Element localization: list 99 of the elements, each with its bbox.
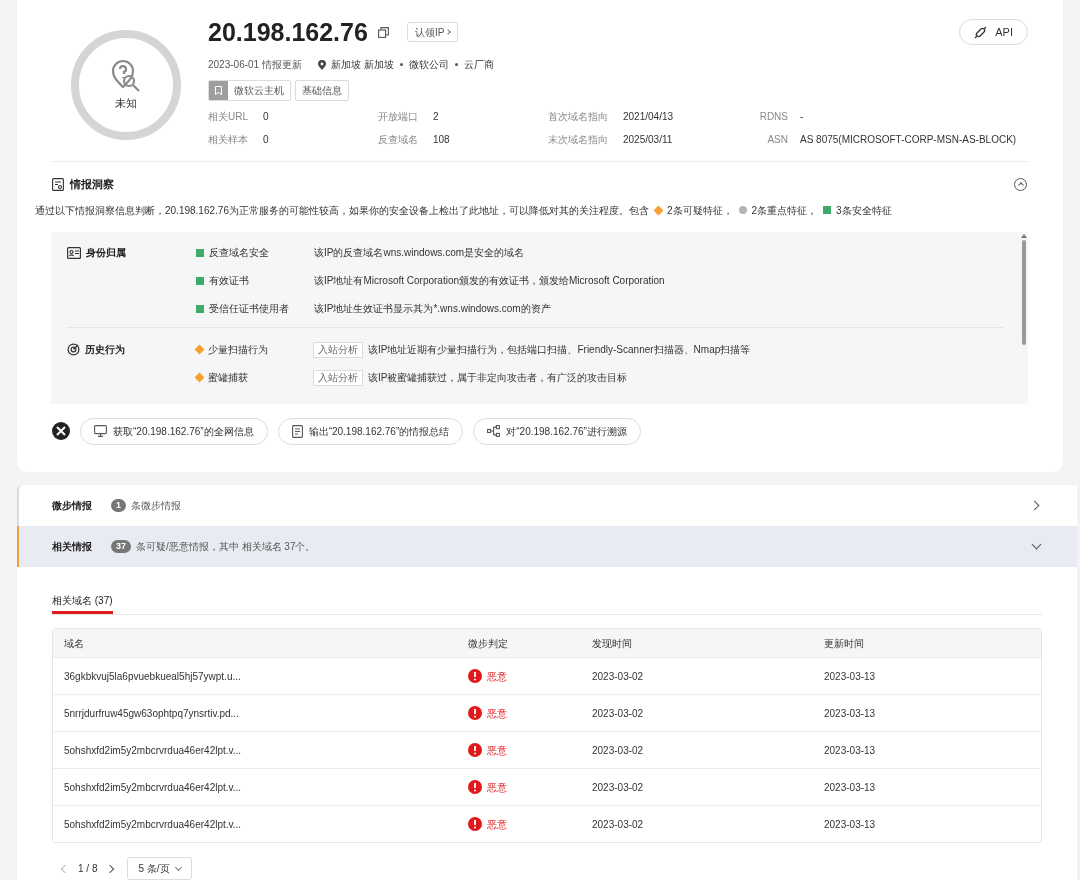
intel-section-header[interactable]: 微步情报 1 条微步情报: [17, 485, 1077, 526]
table-cell-text: 5ohshxfd2im5y2mbcrvrdua46er42lpt.v...: [64, 743, 243, 758]
stat-label: RDNS: [758, 110, 788, 124]
tag-chip: 微软云主机: [208, 80, 291, 101]
verdict-text: 恶意: [487, 780, 507, 795]
feature-detail: 该IP地址生效证书显示其为*.wns.windows.com的资产: [314, 302, 551, 316]
stat-label: 相关样本: [208, 133, 249, 147]
feature-name: 蜜罐捕获: [208, 371, 249, 385]
verdict-text: 恶意: [487, 817, 507, 832]
table-cell-text: 2023-03-02: [592, 669, 645, 684]
page-size-select[interactable]: 5 条/页: [127, 857, 192, 880]
feature-name: 有效证书: [209, 274, 250, 288]
link-icon: [974, 25, 988, 39]
intel-section-header[interactable]: 相关情报 37 条可疑/恶意情报，其中 相关域名 37个。: [17, 526, 1077, 567]
table-cell-text: 2023-03-02: [592, 706, 645, 721]
column-header: 更新时间: [824, 636, 865, 651]
location-pin-icon: [317, 59, 326, 70]
table-cell-text: 2023-03-13: [824, 669, 877, 684]
group-title: 历史行为: [85, 343, 125, 357]
table-cell-text: 5nrrjdurfruw45gw63ophtpq7ynsrtiv.pd...: [64, 706, 240, 721]
column-header: 微步判定: [468, 636, 509, 651]
verdict-text: 恶意: [487, 706, 507, 721]
section-summary: 条微步情报: [131, 499, 181, 513]
analysis-tag: 入站分析: [313, 341, 363, 358]
feature-count: 3条安全特征: [836, 203, 892, 218]
table-cell-text: 5ohshxfd2im5y2mbcrvrdua46er42lpt.v...: [64, 817, 243, 832]
column-header: 发现时间: [592, 636, 633, 651]
location-tag: 微软公司: [408, 57, 449, 72]
feature-detail: 该IP被蜜罐捕获过，属于非定向攻击者，有广泛的攻击目标: [368, 371, 628, 385]
column-header: 域名: [64, 636, 85, 651]
table-cell-text: 36gkbkvuj5la6pvuebkueal5hj57ywpt.u...: [64, 669, 242, 684]
table-cell-text: 5ohshxfd2im5y2mbcrvrdua46er42lpt.v...: [64, 780, 243, 795]
tag-chip: 基础信息: [295, 80, 349, 101]
stat-value: 0: [263, 133, 269, 147]
location-text: 新加坡 新加坡: [330, 58, 394, 72]
scroll-up-arrow-icon[interactable]: [1021, 233, 1027, 238]
branch-icon: [487, 425, 501, 437]
stat-value: -: [800, 110, 804, 124]
count-badge: 37: [111, 540, 131, 553]
feature-name: 少量扫描行为: [208, 343, 269, 357]
section-label: 相关情报: [52, 540, 93, 554]
table-cell-text: 2023-03-13: [824, 780, 877, 795]
stat-value: 2025/03/11: [623, 133, 673, 147]
table-cell-text: 2023-03-02: [592, 743, 645, 758]
verdict-label: 未知: [115, 95, 137, 111]
target-icon: [67, 343, 80, 356]
section-title: 情报洞察: [70, 177, 114, 192]
stat-label: 末次域名指向: [548, 133, 609, 147]
table-cell-text: 2023-03-13: [824, 706, 877, 721]
count-badge: 1: [111, 499, 126, 512]
alert-icon: [468, 669, 482, 683]
alert-icon: [468, 817, 482, 831]
stat-label: 相关URL: [208, 110, 249, 124]
verdict-text: 恶意: [487, 743, 507, 758]
tab[interactable]: 相关域名 (37): [52, 590, 113, 614]
report-icon: [52, 177, 64, 191]
page-indicator: 1 / 8: [78, 862, 98, 876]
monitor-icon: [94, 425, 107, 437]
bookmark-icon: [209, 81, 228, 100]
table-cell-text: 2023-03-13: [824, 817, 877, 832]
ip-title: 20.198.162.76: [208, 17, 368, 48]
ai-action-button[interactable]: 对“20.198.162.76”进行溯源: [473, 417, 641, 445]
location-tag: 云厂商: [463, 57, 494, 72]
verdict-text: 恶意: [487, 669, 507, 684]
table-cell-text: 2023-03-02: [592, 780, 645, 795]
alert-icon: [468, 706, 482, 720]
claim-ip-button[interactable]: 认领IP: [406, 22, 459, 42]
update-date: 2023-06-01 情报更新: [208, 58, 302, 72]
feature-detail: 该IP的反查域名wns.windows.com是安全的域名: [314, 246, 525, 260]
ai-action-button[interactable]: 输出“20.198.162.76”的情报总结: [277, 417, 464, 445]
ai-action-button[interactable]: 获取“20.198.162.76”的全网信息: [80, 417, 268, 445]
feature-name: 反查域名安全: [209, 246, 270, 260]
stat-label: 反查域名: [378, 133, 419, 147]
stat-value: AS 8075(MICROSOFT-CORP-MSN-AS-BLOCK): [800, 133, 1017, 147]
stat-label: ASN: [766, 133, 788, 147]
stat-value: 2021/04/13: [623, 110, 674, 124]
stat-label: 首次域名指向: [548, 110, 609, 124]
feature-name: 受信任证书使用者: [209, 302, 290, 316]
feature-count: 2条可疑特征，: [666, 203, 733, 218]
table-cell-text: 2023-03-02: [592, 817, 645, 832]
stat-value: 0: [263, 110, 269, 124]
stat-value: 2: [433, 110, 439, 124]
copy-icon[interactable]: [377, 26, 389, 38]
stat-label: 开放端口: [378, 110, 419, 124]
feature-detail: 该IP地址近期有少量扫描行为，包括端口扫描、Friendly-Scanner扫描器、Nmap扫描等: [368, 343, 751, 357]
alert-icon: [468, 780, 482, 794]
id-card-icon: [67, 246, 81, 259]
stat-value: 108: [433, 133, 450, 147]
table-cell-text: 2023-03-13: [824, 743, 877, 758]
group-title: 身份归属: [86, 246, 126, 260]
insight-summary: 通过以下情报洞察信息判断，20.198.162.76为正常服务的可能性较高，如果你的安全设备上检出了此地址，可以降低对其的关注程度。包含: [35, 203, 649, 218]
section-summary: 条可疑/恶意情报，其中 相关域名 37个。: [136, 540, 316, 554]
feature-count: 2条重点特征，: [751, 203, 818, 218]
logo-icon: [52, 422, 70, 440]
section-label: 微步情报: [52, 499, 93, 513]
alert-icon: [468, 743, 482, 757]
feature-detail: 该IP地址有Microsoft Corporation颁发的有效证书，颁发给Microsoft Corporation: [314, 274, 665, 288]
document-icon: [291, 424, 303, 438]
analysis-tag: 入站分析: [313, 369, 363, 386]
